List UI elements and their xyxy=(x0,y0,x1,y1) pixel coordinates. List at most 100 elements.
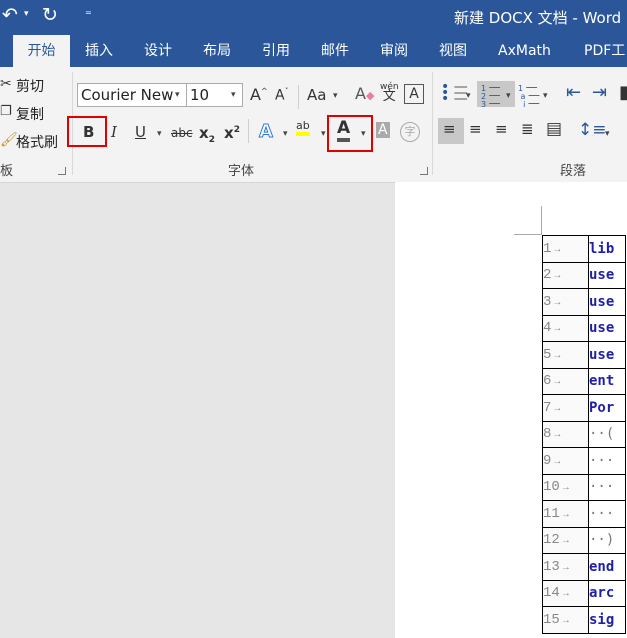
highlight-color-icon[interactable]: ab xyxy=(296,119,310,136)
line-number: 9 → xyxy=(542,447,589,475)
ribbon: ✂ 剪切 ❐ 复制 🖌 格式刷 板 Courier New ▾ 10 ▾ A^ … xyxy=(0,67,627,183)
bullets-icon[interactable]: • — • — • — xyxy=(441,80,468,106)
font-color-highlight-box xyxy=(327,115,373,152)
align-right-icon[interactable]: ≡ xyxy=(495,122,508,137)
tab-insert[interactable]: 插入 xyxy=(85,35,113,67)
enclose-characters-icon[interactable]: 字 xyxy=(400,122,420,142)
superscript-icon[interactable]: x2 xyxy=(224,124,240,142)
code-line[interactable]: use xyxy=(588,288,626,316)
distributed-icon[interactable]: ▤ xyxy=(546,121,562,138)
table-row: 15 → sig xyxy=(542,606,626,634)
text-effects-dropdown-icon[interactable]: ▾ xyxy=(283,129,288,139)
undo-dropdown-icon[interactable]: ▾ xyxy=(24,9,29,19)
code-line[interactable]: ··) xyxy=(588,526,626,554)
margin-corner-mark xyxy=(514,234,542,235)
bold-highlight-box xyxy=(67,116,107,147)
group-divider xyxy=(432,72,433,175)
chinese-layout-icon[interactable]: ▮ xyxy=(619,82,627,103)
line-spacing-icon[interactable]: ↕≡ xyxy=(578,120,607,140)
copy-button[interactable]: 复制 xyxy=(16,104,44,124)
code-line[interactable]: end xyxy=(588,553,626,581)
multilevel-dropdown-icon[interactable]: ▾ xyxy=(543,91,548,101)
font-name-field[interactable]: Courier New xyxy=(77,83,187,107)
table-row: 5 → use xyxy=(542,341,626,369)
line-number: 7 → xyxy=(542,394,589,422)
code-line[interactable]: use xyxy=(588,341,626,369)
align-center-icon[interactable]: ≡ xyxy=(469,122,482,137)
code-line[interactable]: use xyxy=(588,261,626,289)
format-painter-button[interactable]: 格式刷 xyxy=(16,132,58,152)
code-line[interactable]: ··( xyxy=(588,420,626,448)
ribbon-tabs: 开始 插入 设计 布局 引用 邮件 审阅 视图 AxMath PDF工 xyxy=(0,35,627,67)
phonetic-guide-icon[interactable]: wén 文 xyxy=(380,83,399,104)
code-line[interactable]: lib xyxy=(588,235,626,263)
line-number: 6 → xyxy=(542,367,589,395)
tab-axmath[interactable]: AxMath xyxy=(498,35,551,67)
code-line[interactable]: ··· xyxy=(588,447,626,475)
highlight-dropdown-icon[interactable]: ▾ xyxy=(321,129,326,139)
multilevel-list-icon[interactable]: 1 — a — i — xyxy=(518,81,540,109)
change-case-icon[interactable]: Aa xyxy=(307,86,326,104)
line-number: 14 → xyxy=(542,579,589,607)
clear-formatting-icon[interactable]: A◆ xyxy=(355,84,374,103)
tab-pdf[interactable]: PDF工 xyxy=(584,35,625,67)
justify-icon[interactable]: ≣ xyxy=(521,122,534,137)
tab-references[interactable]: 引用 xyxy=(262,35,290,67)
clipboard-dialog-launcher-icon[interactable] xyxy=(58,167,66,175)
line-spacing-dropdown-icon[interactable]: ▾ xyxy=(605,129,610,139)
line-number: 10 → xyxy=(542,473,589,501)
underline-dropdown-icon[interactable]: ▾ xyxy=(157,129,162,139)
tab-arrow-icon: → xyxy=(554,430,561,442)
font-size-dropdown-icon[interactable]: ▾ xyxy=(231,90,236,100)
character-border-icon[interactable]: A xyxy=(404,84,424,104)
tab-review[interactable]: 审阅 xyxy=(380,35,408,67)
text-effects-icon[interactable]: A xyxy=(259,121,274,143)
table-row: 13 → end xyxy=(542,553,626,581)
tab-arrow-icon: → xyxy=(562,562,569,574)
table-row: 4 → use xyxy=(542,314,626,342)
subscript-icon[interactable]: x2 xyxy=(199,124,215,145)
bullets-dropdown-icon[interactable]: ▾ xyxy=(466,91,471,101)
font-name-dropdown-icon[interactable]: ▾ xyxy=(175,90,180,100)
decrease-indent-icon[interactable]: ⇤ xyxy=(566,82,581,103)
character-shading-icon[interactable]: A xyxy=(376,122,390,138)
tab-mailings[interactable]: 邮件 xyxy=(321,35,349,67)
code-line[interactable]: Por xyxy=(588,394,626,422)
tab-arrow-icon: → xyxy=(554,244,561,256)
strikethrough-icon[interactable]: abc xyxy=(171,126,193,140)
code-line[interactable]: use xyxy=(588,314,626,342)
scissors-icon: ✂ xyxy=(0,76,12,92)
italic-icon[interactable]: I xyxy=(111,123,117,141)
increase-indent-icon[interactable]: ⇥ xyxy=(592,82,607,103)
customize-qat-icon[interactable]: ⁼ xyxy=(85,8,92,23)
code-line[interactable]: sig xyxy=(588,606,626,634)
underline-icon[interactable]: U xyxy=(135,123,146,141)
code-line[interactable]: ··· xyxy=(588,500,626,528)
redo-icon[interactable]: ↻ xyxy=(42,4,58,26)
change-case-dropdown-icon[interactable]: ▾ xyxy=(333,91,338,101)
tab-home[interactable]: 开始 xyxy=(13,35,70,67)
shrink-font-icon[interactable]: Aˇ xyxy=(275,87,289,104)
font-row-divider xyxy=(298,85,299,109)
code-line[interactable]: ent xyxy=(588,367,626,395)
code-table: 1 → lib 2 → use 3 → use 4 → use 5 → use 6 → ent 7 → Por 8 → ··(… xyxy=(542,235,626,634)
margin-corner-mark xyxy=(541,206,542,234)
tab-layout[interactable]: 布局 xyxy=(203,35,231,67)
clipboard-group-label: 板 xyxy=(0,164,14,179)
table-row: 3 → use xyxy=(542,288,626,316)
font-row-divider xyxy=(248,119,249,143)
font-dialog-launcher-icon[interactable] xyxy=(420,167,428,175)
paragraph-group-label: 段落 xyxy=(560,164,587,179)
line-number: 15 → xyxy=(542,606,589,634)
code-line[interactable]: ··· xyxy=(588,473,626,501)
tab-design[interactable]: 设计 xyxy=(144,35,172,67)
cut-button[interactable]: 剪切 xyxy=(16,76,44,96)
numbering-dropdown-icon[interactable]: ▾ xyxy=(506,91,511,101)
table-row: 9 → ··· xyxy=(542,447,626,475)
grow-font-icon[interactable]: A^ xyxy=(250,85,268,104)
undo-icon[interactable]: ↶ xyxy=(2,4,18,26)
line-number: 11 → xyxy=(542,500,589,528)
code-line[interactable]: arc xyxy=(588,579,626,607)
tab-view[interactable]: 视图 xyxy=(439,35,467,67)
copy-icon: ❐ xyxy=(0,104,12,119)
